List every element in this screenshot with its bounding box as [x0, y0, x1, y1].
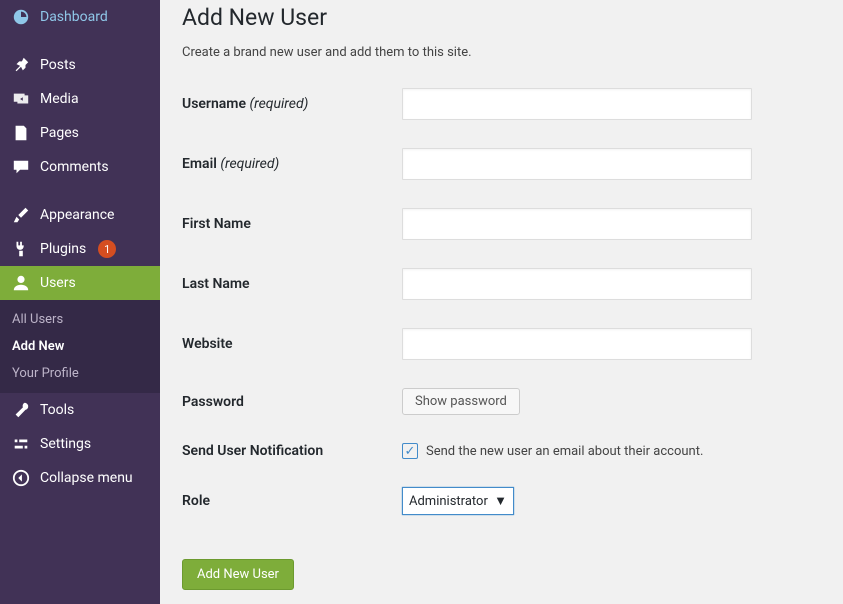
label-username: Username (required) [182, 96, 402, 112]
user-icon [12, 274, 30, 292]
submenu-all-users[interactable]: All Users [0, 306, 160, 333]
sidebar-item-settings[interactable]: Settings [0, 427, 160, 461]
notification-text: Send the new user an email about their a… [426, 444, 703, 459]
sidebar-item-pages[interactable]: Pages [0, 116, 160, 150]
sidebar-label: Plugins [40, 241, 86, 257]
submenu-add-new[interactable]: Add New [0, 333, 160, 360]
sidebar-label: Dashboard [40, 9, 108, 25]
sidebar-item-dashboard[interactable]: Dashboard [0, 0, 160, 34]
dashboard-icon [12, 8, 30, 26]
show-password-button[interactable]: Show password [402, 388, 520, 415]
sidebar-label: Comments [40, 159, 109, 175]
page-title: Add New User [182, 4, 821, 31]
sidebar-item-appearance[interactable]: Appearance [0, 198, 160, 232]
sidebar-item-users[interactable]: Users [0, 266, 160, 300]
wrench-icon [12, 401, 30, 419]
firstname-input[interactable] [402, 208, 752, 240]
pin-icon [12, 56, 30, 74]
website-input[interactable] [402, 328, 752, 360]
media-icon [12, 90, 30, 108]
label-email: Email (required) [182, 156, 402, 172]
sidebar-item-posts[interactable]: Posts [0, 48, 160, 82]
pages-icon [12, 124, 30, 142]
add-new-user-button[interactable]: Add New User [182, 559, 294, 590]
sidebar-item-comments[interactable]: Comments [0, 150, 160, 184]
sidebar-label: Users [40, 275, 76, 291]
email-input[interactable] [402, 148, 752, 180]
sidebar-item-plugins[interactable]: Plugins 1 [0, 232, 160, 266]
label-website: Website [182, 336, 402, 352]
chevron-down-icon: ▼ [494, 493, 507, 509]
label-firstname: First Name [182, 216, 402, 232]
role-select[interactable]: Administrator ▼ [402, 487, 514, 515]
sidebar-submenu-users: All Users Add New Your Profile [0, 300, 160, 393]
sidebar-label: Media [40, 91, 79, 107]
sidebar-item-collapse[interactable]: Collapse menu [0, 461, 160, 495]
comment-icon [12, 158, 30, 176]
label-lastname: Last Name [182, 276, 402, 292]
sidebar-item-media[interactable]: Media [0, 82, 160, 116]
collapse-icon [12, 469, 30, 487]
label-role: Role [182, 493, 402, 509]
plugin-update-badge: 1 [98, 240, 116, 258]
sidebar-label: Appearance [40, 207, 114, 223]
sidebar: Dashboard Posts Media Pages Comments App… [0, 0, 160, 604]
page-description: Create a brand new user and add them to … [182, 45, 821, 60]
brush-icon [12, 206, 30, 224]
plug-icon [12, 240, 30, 258]
settings-icon [12, 435, 30, 453]
label-password: Password [182, 394, 402, 410]
sidebar-label: Pages [40, 125, 79, 141]
sidebar-label: Collapse menu [40, 470, 133, 486]
sidebar-label: Tools [40, 402, 74, 418]
submenu-your-profile[interactable]: Your Profile [0, 360, 160, 387]
main-content: Add New User Create a brand new user and… [160, 0, 843, 604]
label-notification: Send User Notification [182, 443, 402, 459]
sidebar-label: Settings [40, 436, 91, 452]
sidebar-label: Posts [40, 57, 76, 73]
sidebar-item-tools[interactable]: Tools [0, 393, 160, 427]
username-input[interactable] [402, 88, 752, 120]
notification-checkbox[interactable]: ✓ [402, 443, 418, 459]
lastname-input[interactable] [402, 268, 752, 300]
